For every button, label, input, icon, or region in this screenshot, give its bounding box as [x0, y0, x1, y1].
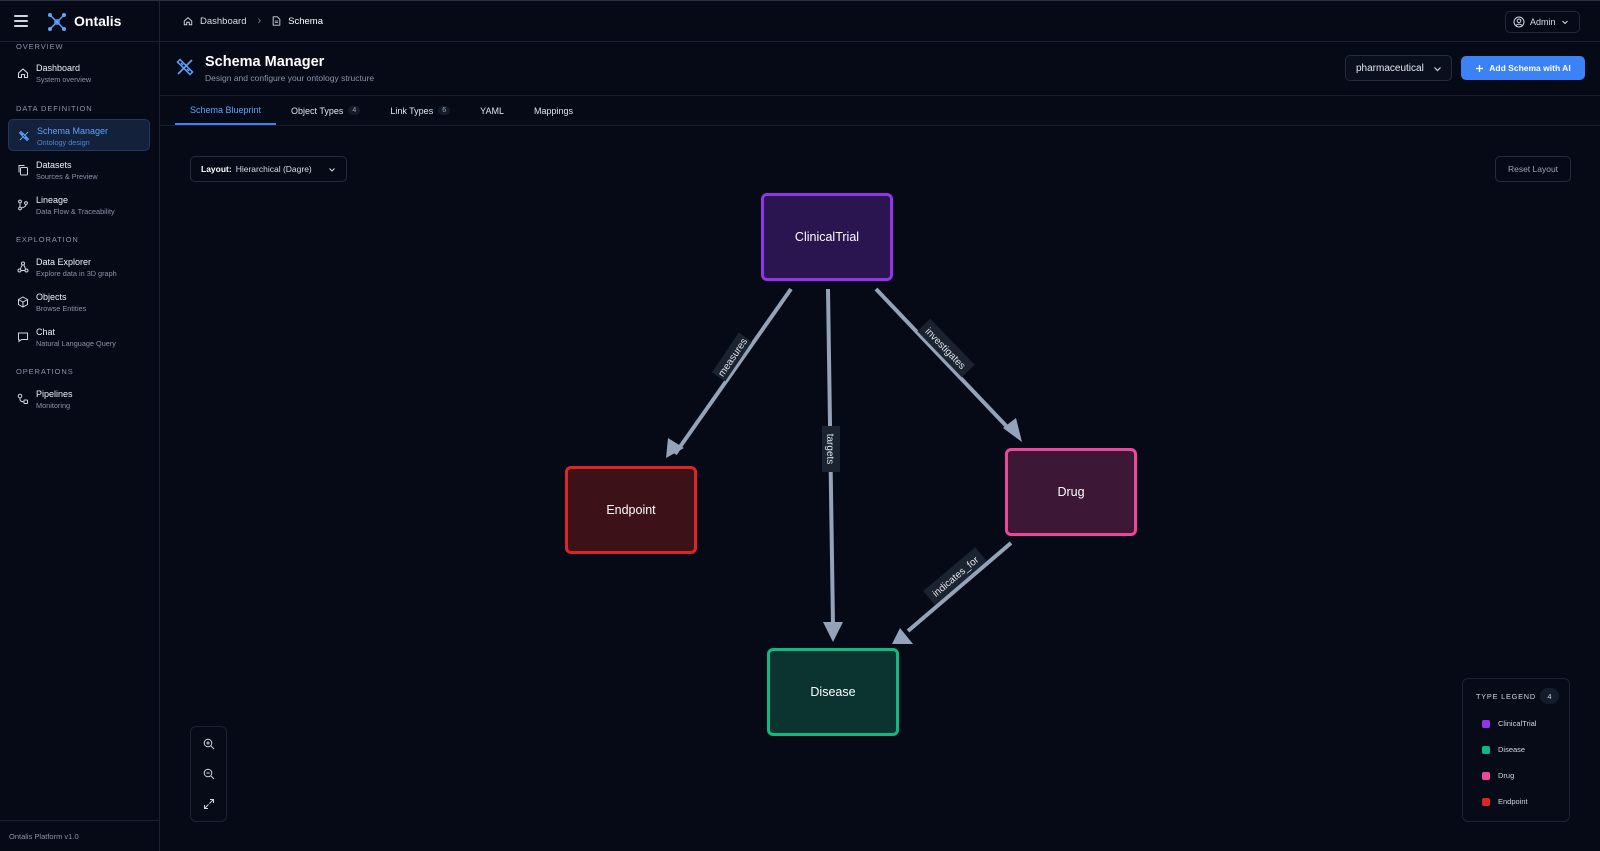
- zoom-in-icon: [203, 738, 215, 750]
- zoom-out-button[interactable]: [199, 764, 219, 784]
- fit-view-button[interactable]: [199, 794, 219, 814]
- legend-count-badge: 4: [1540, 688, 1559, 704]
- legend-item: ClinicalTrial: [1482, 719, 1536, 728]
- node-disease[interactable]: Disease: [767, 648, 899, 736]
- legend-label: Drug: [1498, 771, 1515, 780]
- edge-label: targets: [824, 434, 835, 465]
- graph-edge[interactable]: targets: [822, 288, 843, 642]
- legend-label: Endpoint: [1498, 797, 1528, 806]
- graph-edge[interactable]: measures: [666, 287, 793, 458]
- node-drug[interactable]: Drug: [1005, 448, 1137, 536]
- graph-edge[interactable]: indicates_for: [892, 541, 1013, 644]
- zoom-out-icon: [203, 768, 215, 780]
- graph-edge[interactable]: investigates: [874, 287, 1022, 442]
- zoom-in-button[interactable]: [199, 734, 219, 754]
- edge-label: investigates: [923, 326, 968, 372]
- zoom-controls: [190, 726, 227, 822]
- legend-title: TYPE LEGEND: [1476, 692, 1536, 701]
- legend-item: Drug: [1482, 771, 1514, 780]
- expand-icon: [204, 799, 214, 809]
- legend-label: ClinicalTrial: [1498, 719, 1537, 728]
- node-clinical-trial[interactable]: ClinicalTrial: [761, 193, 893, 281]
- legend-swatch: [1482, 771, 1490, 780]
- legend-label: Disease: [1498, 745, 1526, 754]
- legend-item: Disease: [1482, 745, 1525, 754]
- legend-swatch: [1482, 719, 1490, 728]
- legend-item: Endpoint: [1482, 797, 1528, 806]
- legend-swatch: [1482, 797, 1490, 806]
- legend-swatch: [1482, 745, 1490, 754]
- type-legend: TYPE LEGEND 4 ClinicalTrial Disease Drug…: [1462, 678, 1570, 822]
- node-endpoint[interactable]: Endpoint: [565, 466, 697, 554]
